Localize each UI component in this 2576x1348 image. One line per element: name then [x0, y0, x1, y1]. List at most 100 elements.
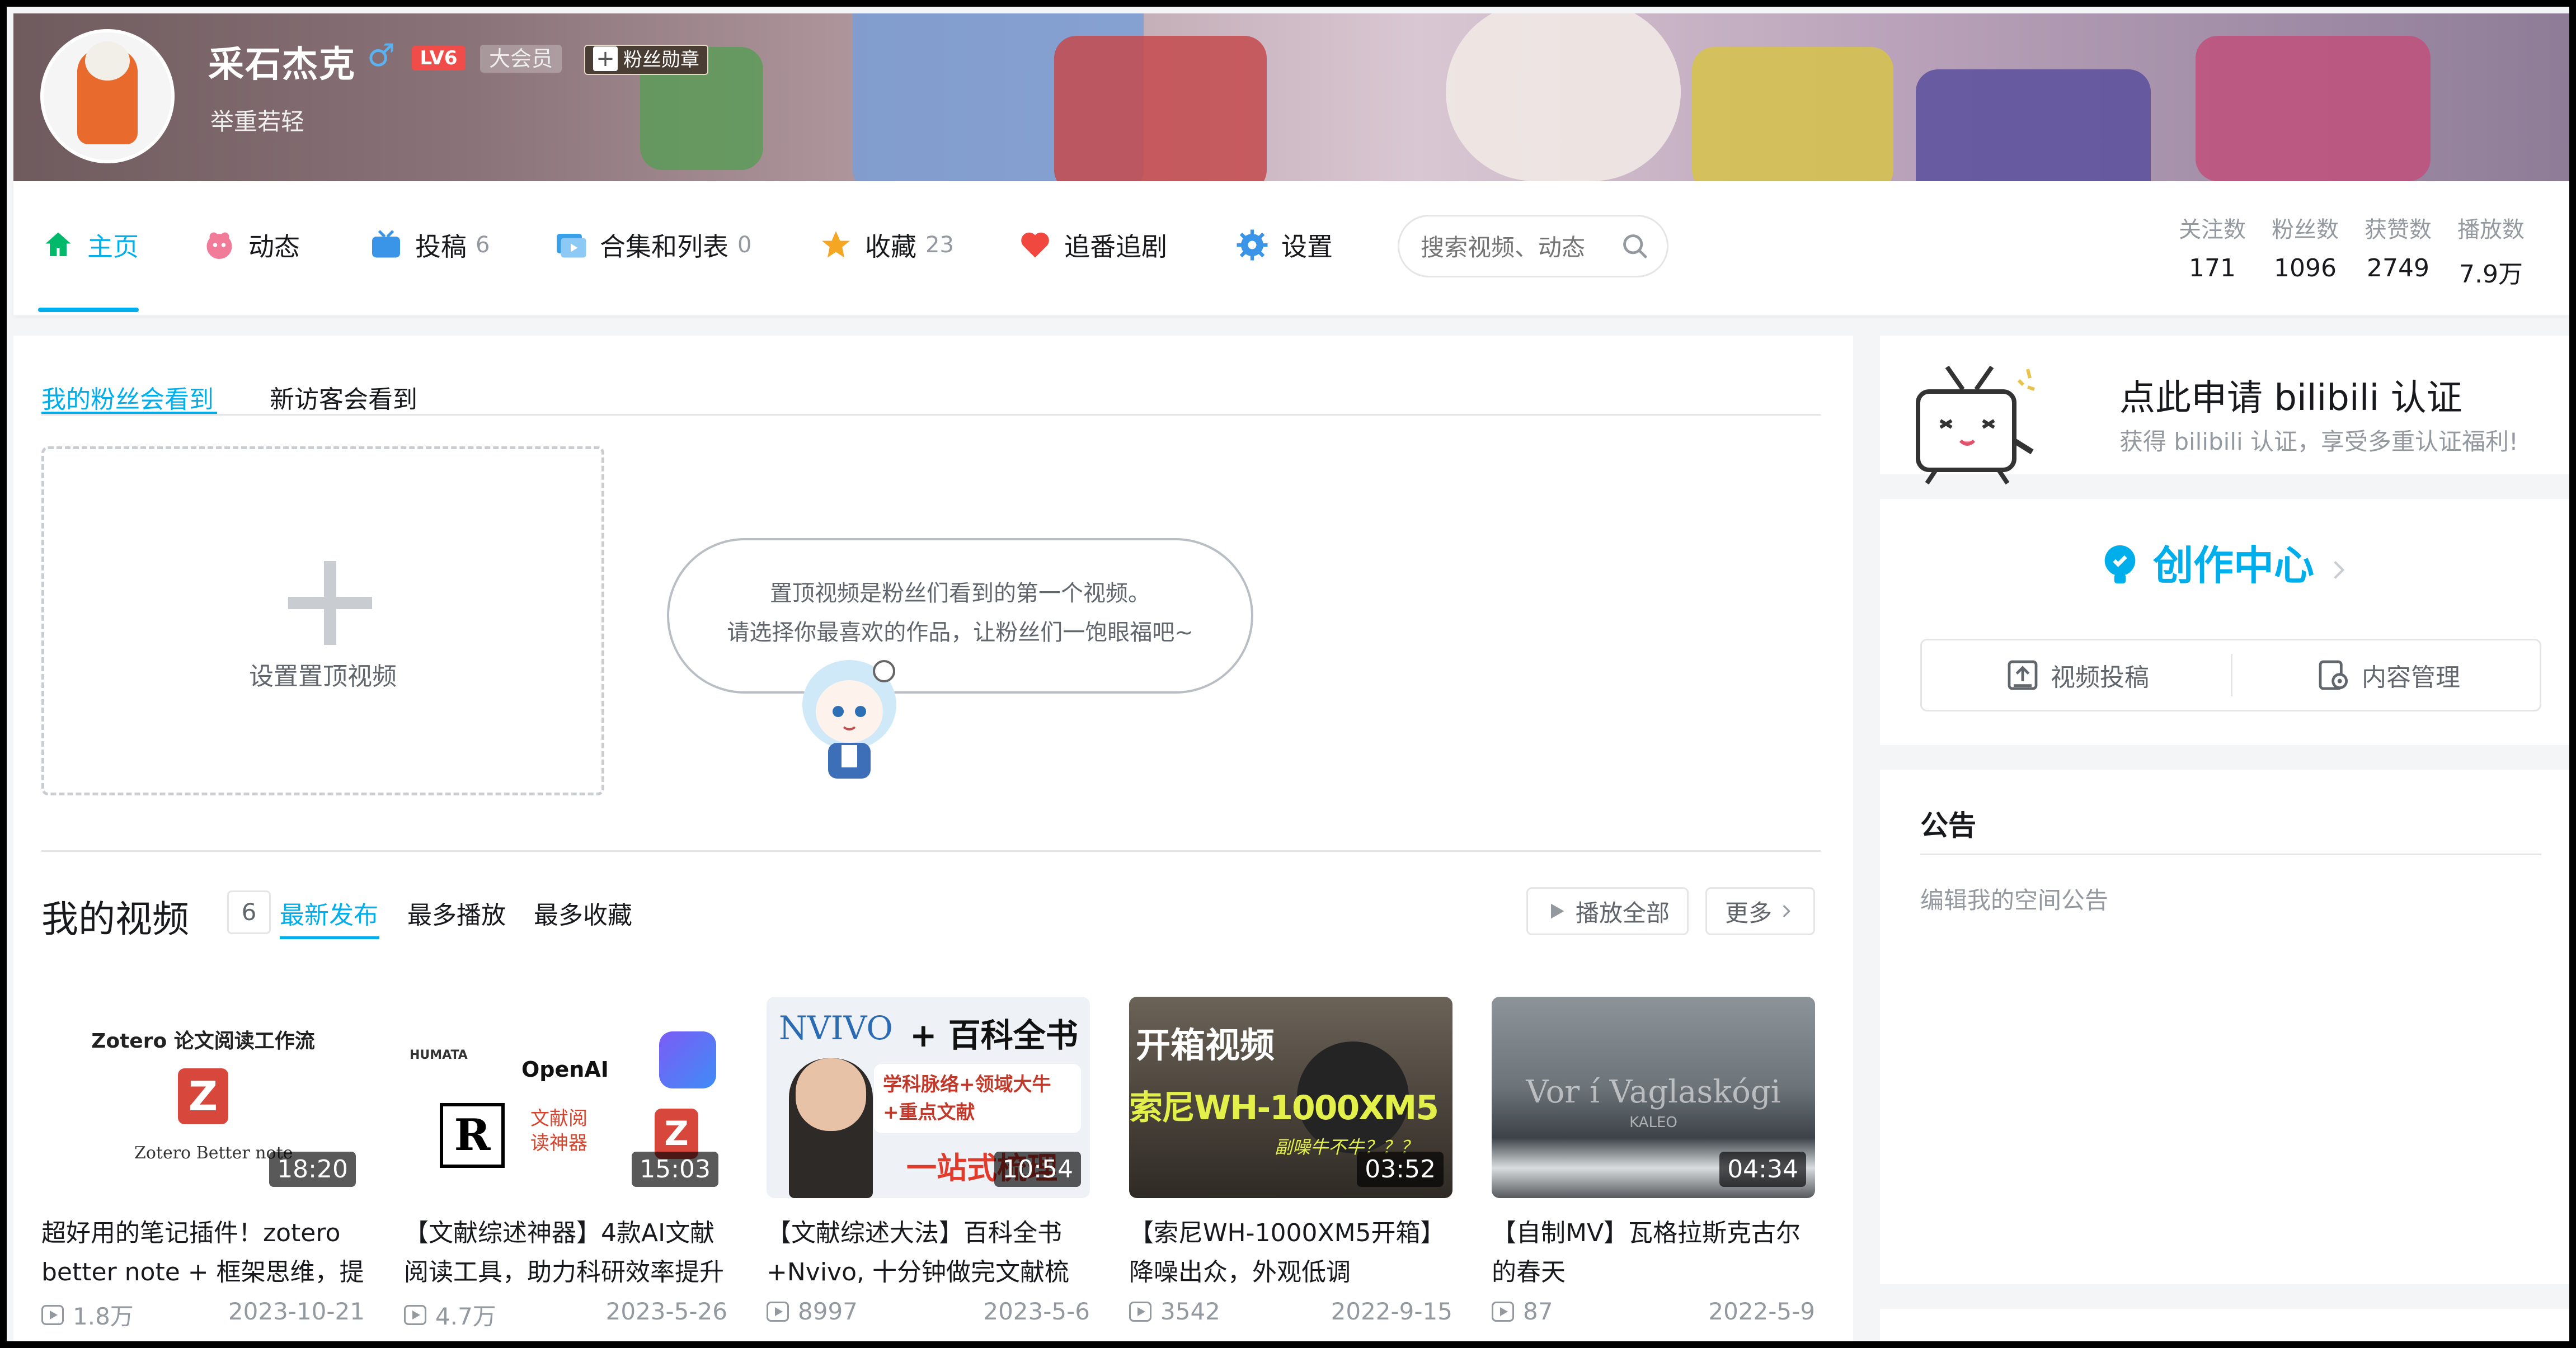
- nav-label: 合集和列表: [600, 232, 728, 262]
- video-title[interactable]: 【文献综述大法】百科全书+Nvivo, 十分钟做完文献梳理: [767, 1214, 1090, 1292]
- verification-card[interactable]: 点此申请 bilibili 认证 获得 bilibili 认证，享受多重认证福利…: [1880, 336, 2569, 485]
- nav-active-indicator: [38, 308, 139, 312]
- video-plays: 3542: [1129, 1298, 1220, 1325]
- video-card[interactable]: Vor í Vaglaskógi KALEO 04:34 【自制MV】瓦格拉斯克…: [1492, 997, 1815, 1325]
- stat-plays: 播放数 7.9万: [2457, 211, 2525, 290]
- nav-settings[interactable]: 设置: [1235, 228, 1333, 262]
- stat-value: 171: [2189, 254, 2236, 282]
- tab-fans-see[interactable]: 我的粉丝会看到: [41, 379, 214, 415]
- level-badge: LV6: [412, 46, 466, 70]
- search-icon[interactable]: [1621, 232, 1650, 261]
- search-input[interactable]: [1419, 228, 1618, 267]
- video-thumbnail[interactable]: HUMATA OpenAI R 文献阅读神器 Z 15:03: [404, 997, 727, 1198]
- nav-count: 23: [925, 232, 954, 258]
- nav-home[interactable]: 主页: [41, 228, 139, 262]
- pin-tip-line: 请选择你最喜欢的作品，让粉丝们一饱眼福吧~: [727, 620, 1193, 645]
- banner-art: [1446, 13, 1681, 181]
- thumb-text: NVIVO: [779, 1009, 893, 1047]
- dynamic-icon: [206, 232, 232, 259]
- video-thumbnail[interactable]: NVIVO + 百科全书 学科脉络+领域大牛+重点文献 一站式梳理 10:54: [767, 997, 1090, 1198]
- notice-edit-field[interactable]: 编辑我的空间公告: [1920, 882, 2108, 916]
- set-pinned-video-button[interactable]: 设置置顶视频: [41, 446, 604, 795]
- nav-uploads[interactable]: 投稿 6: [369, 228, 490, 262]
- nav-collections[interactable]: 合集和列表 0: [554, 228, 751, 262]
- video-meta: 8997 2023-5-6: [767, 1298, 1090, 1325]
- nav-label: 动态: [248, 232, 300, 262]
- r-logo-icon: R: [440, 1103, 505, 1168]
- fan-badge-button[interactable]: + 粉丝勋章: [584, 45, 708, 75]
- tab-most-favorited[interactable]: 最多收藏: [534, 895, 632, 931]
- presenter-face: [796, 1058, 866, 1131]
- heart-icon: [1021, 232, 1049, 258]
- video-thumbnail[interactable]: Vor í Vaglaskógi KALEO 04:34: [1492, 997, 1815, 1198]
- verification-subtitle: 获得 bilibili 认证，享受多重认证福利!: [2119, 428, 2518, 455]
- video-meta: 1.8万 2023-10-21: [41, 1298, 365, 1332]
- video-plays: 4.7万: [404, 1298, 496, 1332]
- nav-favorites[interactable]: 收藏 23: [819, 228, 954, 262]
- video-card[interactable]: Zotero 论文阅读工作流 Z Zotero Better note 18:2…: [41, 997, 365, 1332]
- mascot-girl-icon: [802, 660, 896, 779]
- play-count-icon: [404, 1304, 426, 1325]
- pin-tip-bubble: 置顶视频是粉丝们看到的第一个视频。 请选择你最喜欢的作品，让粉丝们一饱眼福吧~: [667, 538, 1253, 694]
- tab-most-played[interactable]: 最多播放: [407, 895, 506, 931]
- content-manage-button[interactable]: 内容管理: [2233, 640, 2543, 710]
- video-duration: 10:54: [994, 1152, 1081, 1187]
- divider: [2231, 654, 2232, 696]
- video-thumbnail[interactable]: Zotero 论文阅读工作流 Z Zotero Better note 18:2…: [41, 997, 365, 1198]
- signature[interactable]: 举重若轻: [210, 103, 304, 137]
- video-card[interactable]: HUMATA OpenAI R 文献阅读神器 Z 15:03 【文献综述神器】4…: [404, 997, 727, 1332]
- video-title[interactable]: 【文献综述神器】4款AI文献阅读工具，助力科研效率提升: [404, 1214, 727, 1292]
- tab-latest[interactable]: 最新发布: [280, 895, 378, 931]
- stat-following[interactable]: 关注数 171: [2179, 211, 2246, 282]
- notice-card: 公告 编辑我的空间公告: [1880, 770, 2569, 1284]
- video-title[interactable]: 【索尼WH-1000XM5开箱】降噪出众，外观低调: [1129, 1214, 1452, 1292]
- verification-title: 点此申请 bilibili 认证: [2119, 378, 2462, 419]
- upload-video-button[interactable]: 视频投稿: [1922, 640, 2232, 710]
- tab-visitors-see[interactable]: 新访客会看到: [270, 379, 417, 415]
- stat-label: 播放数: [2457, 217, 2525, 243]
- nav-dynamic[interactable]: 动态: [203, 228, 300, 262]
- banner-art: [1916, 69, 2151, 181]
- upload-video-label: 视频投稿: [2051, 663, 2149, 692]
- chevron-right-icon: [2334, 560, 2345, 579]
- space-search: [1398, 215, 1668, 277]
- stat-fans[interactable]: 粉丝数 1096: [2272, 211, 2339, 282]
- more-button[interactable]: 更多: [1705, 887, 1815, 935]
- creator-actions: 视频投稿 内容管理: [1920, 639, 2541, 711]
- play-all-button[interactable]: 播放全部: [1526, 887, 1689, 935]
- stat-label: 获赞数: [2365, 217, 2432, 243]
- banner-art: [2196, 36, 2431, 181]
- thumb-text: 文献阅读神器: [530, 1107, 587, 1154]
- profile-banner: 采石杰克 ♂ LV6 大会员 + 粉丝勋章 举重若轻: [13, 13, 2569, 181]
- banner-art: [1054, 36, 1267, 181]
- video-date: 2022-5-9: [1708, 1298, 1815, 1325]
- nav-label: 投稿: [415, 232, 467, 262]
- creator-center-link[interactable]: 创作中心: [1880, 532, 2569, 591]
- thumb-text: + 百科全书: [910, 1016, 1078, 1054]
- video-thumbnail[interactable]: 开箱视频 索尼WH-1000XM5 副噪牛不牛？？？ 03:52: [1129, 997, 1452, 1198]
- play-icon: [1550, 903, 1564, 919]
- video-meta: 4.7万 2023-5-26: [404, 1298, 727, 1332]
- video-title[interactable]: 超好用的笔记插件！zotero better note + 框架思维，提: [41, 1214, 365, 1292]
- thumb-text: Zotero 论文阅读工作流: [91, 1030, 315, 1053]
- creator-center-title: 创作中心: [2152, 542, 2314, 589]
- thumb-text: 开箱视频: [1136, 1025, 1275, 1066]
- nav-count: 0: [737, 232, 752, 258]
- video-card[interactable]: NVIVO + 百科全书 学科脉络+领域大牛+重点文献 一站式梳理 10:54 …: [767, 997, 1090, 1325]
- video-duration: 04:34: [1719, 1152, 1806, 1187]
- play-count: 8997: [798, 1298, 858, 1325]
- nav-bangumi[interactable]: 追番追剧: [1018, 228, 1167, 262]
- video-card[interactable]: 开箱视频 索尼WH-1000XM5 副噪牛不牛？？？ 03:52 【索尼WH-1…: [1129, 997, 1452, 1325]
- stat-value: 2749: [2367, 254, 2429, 282]
- stat-label: 粉丝数: [2272, 217, 2339, 243]
- divider: [41, 414, 1821, 416]
- vip-badge[interactable]: 大会员: [480, 45, 562, 73]
- play-count-icon: [1129, 1301, 1151, 1322]
- video-title[interactable]: 【自制MV】瓦格拉斯克古尔的春天: [1492, 1214, 1815, 1292]
- nav-count: 6: [476, 232, 490, 258]
- video-duration: 18:20: [269, 1152, 356, 1187]
- username: 采石杰克: [208, 44, 356, 86]
- bilibili-space-page: 采石杰克 ♂ LV6 大会员 + 粉丝勋章 举重若轻 主页 动态 投稿 6 合集和…: [0, 0, 2576, 1348]
- bulb-icon: [2104, 545, 2136, 584]
- avatar[interactable]: [40, 29, 175, 163]
